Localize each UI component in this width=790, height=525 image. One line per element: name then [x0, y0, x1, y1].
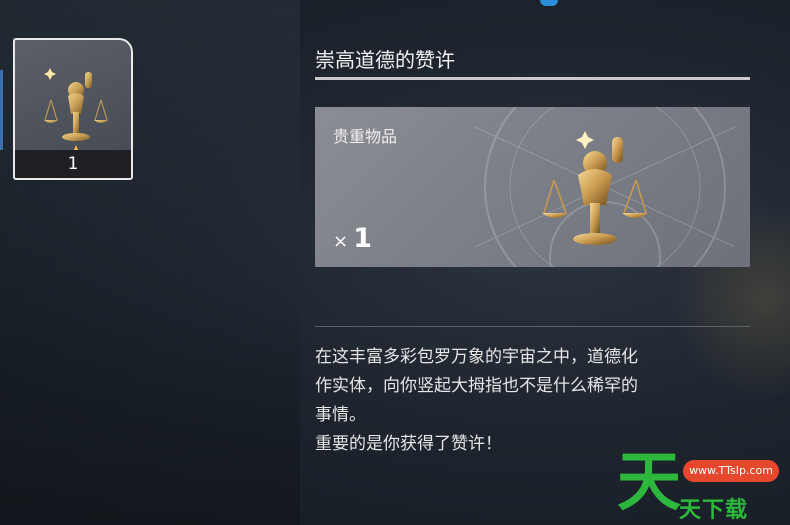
watermark-text: 天下载 — [679, 498, 749, 523]
description-line: 在这丰富多彩包罗万象的宇宙之中，道德化 — [315, 347, 638, 367]
justice-scale-thumbs-up-icon — [542, 131, 648, 245]
quantity-prefix: × — [333, 231, 349, 252]
item-rarity-label: 贵重物品 — [333, 127, 398, 146]
item-quantity: × 1 — [333, 223, 372, 254]
description-divider — [315, 326, 750, 327]
quantity-value: 1 — [353, 223, 372, 254]
item-description: 在这丰富多彩包罗万象的宇宙之中，道德化 作实体，向你竖起大拇指也不是什么稀罕的 … — [315, 343, 755, 459]
item-card: 贵重物品 × 1 — [315, 107, 750, 267]
watermark-big-char: 天 — [617, 446, 681, 520]
slot-item-count: 1 — [15, 150, 131, 178]
description-line: 作实体，向你竖起大拇指也不是什么稀罕的 — [315, 376, 638, 396]
title-underline — [315, 77, 750, 80]
watermark-url-pill: www.TTsIp.com — [683, 460, 779, 482]
left-edge-marker — [0, 70, 3, 150]
site-watermark: 天 www.TTsIp.com 天下载 — [617, 448, 790, 525]
justice-scale-thumbs-up-icon — [44, 68, 108, 159]
top-accent-marker — [540, 0, 558, 6]
description-line: 事情。 — [315, 405, 366, 425]
inventory-slot-selected[interactable]: 1 — [13, 38, 133, 180]
item-name-title: 崇高道德的赞许 — [315, 48, 455, 72]
